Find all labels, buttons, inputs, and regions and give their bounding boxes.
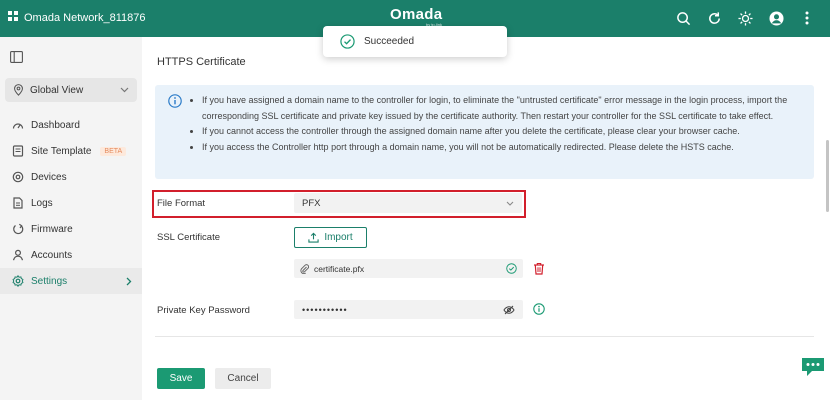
sidebar-item-label: Dashboard: [31, 119, 80, 131]
site-template-icon: [12, 145, 24, 157]
sidebar-item-label: Site Template: [31, 145, 92, 157]
omada-logo: Omada by tp-link: [390, 7, 442, 27]
settings-icon: [12, 275, 24, 287]
info-icon: [168, 94, 182, 108]
info-item: If you access the Controller http port t…: [202, 140, 802, 156]
check-circle-icon: [340, 34, 355, 49]
brand-name: Omada: [390, 6, 443, 23]
delete-certificate-icon[interactable]: [533, 262, 545, 278]
devices-icon: [12, 171, 24, 183]
ssl-certificate-label: SSL Certificate: [157, 232, 221, 243]
sidebar-item-site-template[interactable]: Site Template BETA: [0, 138, 142, 164]
dashboard-icon: [12, 123, 24, 129]
search-icon[interactable]: [674, 9, 692, 27]
certificate-file: certificate.pfx: [294, 259, 523, 278]
global-view-label: Global View: [30, 84, 84, 96]
file-format-select[interactable]: PFX: [294, 193, 522, 213]
main-content: HTTPS Certificate If you have assigned a…: [142, 37, 830, 400]
info-item: If you cannot access the controller thro…: [202, 124, 802, 140]
private-key-password-input[interactable]: •••••••••••: [294, 300, 523, 319]
success-toast: Succeeded: [323, 26, 507, 57]
import-button[interactable]: Import: [294, 227, 367, 248]
private-key-password-label: Private Key Password: [157, 305, 250, 316]
sidebar-item-dashboard[interactable]: Dashboard: [0, 112, 142, 138]
sidebar-item-label: Settings: [31, 275, 68, 287]
location-pin-icon: [14, 84, 23, 96]
grid-icon: [8, 11, 18, 24]
chat-icon[interactable]: [800, 356, 826, 378]
sidebar-item-label: Firmware: [31, 223, 73, 235]
chevron-down-icon: [506, 201, 514, 206]
more-icon[interactable]: [798, 9, 816, 27]
check-circle-icon: [506, 263, 517, 274]
toast-message: Succeeded: [364, 36, 415, 47]
import-button-label: Import: [324, 232, 353, 243]
logs-icon: [13, 197, 23, 209]
cancel-button[interactable]: Cancel: [215, 368, 271, 389]
sidebar-collapse-icon[interactable]: [10, 51, 23, 66]
divider: [155, 336, 814, 337]
avatar[interactable]: [767, 9, 785, 27]
save-button[interactable]: Save: [157, 368, 205, 389]
page-title: HTTPS Certificate: [157, 56, 246, 68]
certificate-file-name: certificate.pfx: [314, 263, 365, 274]
upload-icon: [308, 232, 319, 243]
sidebar-item-logs[interactable]: Logs: [0, 190, 142, 216]
info-icon[interactable]: [533, 303, 545, 318]
site-name: Omada Network_811876: [24, 11, 146, 24]
sidebar-item-label: Devices: [31, 171, 67, 183]
theme-icon[interactable]: [736, 9, 754, 27]
site-selector[interactable]: Omada Network_811876: [8, 11, 145, 24]
info-item: If you have assigned a domain name to th…: [202, 93, 802, 124]
info-notice: If you have assigned a domain name to th…: [155, 85, 814, 179]
sidebar-item-settings[interactable]: Settings: [0, 268, 142, 294]
sidebar-item-label: Logs: [31, 197, 53, 209]
accounts-icon: [12, 249, 24, 261]
eye-off-icon[interactable]: [503, 305, 515, 315]
sidebar: Global View Dashboard Site Template BETA…: [0, 37, 142, 400]
sidebar-nav: Dashboard Site Template BETA Devices Log…: [0, 112, 142, 294]
scrollbar[interactable]: [826, 140, 829, 212]
sidebar-item-accounts[interactable]: Accounts: [0, 242, 142, 268]
sidebar-item-label: Accounts: [31, 249, 73, 261]
file-format-label: File Format: [157, 198, 206, 209]
sidebar-item-devices[interactable]: Devices: [0, 164, 142, 190]
chevron-right-icon: [126, 277, 132, 285]
chevron-down-icon: [120, 87, 129, 93]
sidebar-item-firmware[interactable]: Firmware: [0, 216, 142, 242]
refresh-icon[interactable]: [705, 9, 723, 27]
file-format-value: PFX: [302, 197, 321, 209]
password-value: •••••••••••: [302, 304, 348, 315]
beta-badge: BETA: [100, 146, 127, 156]
info-list: If you have assigned a domain name to th…: [202, 93, 802, 155]
paperclip-icon: [300, 263, 309, 274]
global-view-selector[interactable]: Global View: [5, 78, 137, 102]
firmware-icon: [13, 223, 24, 235]
